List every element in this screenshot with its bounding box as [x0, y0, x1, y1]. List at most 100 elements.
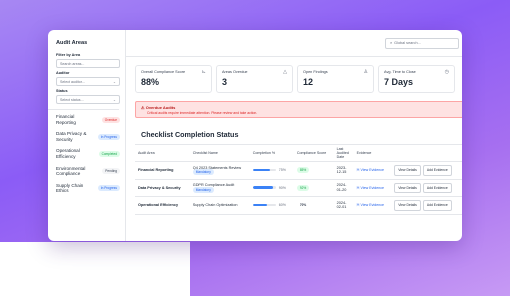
alert-detail: Critical audits require immediate attent… [147, 111, 258, 115]
audit-area-cell: Financial Reporting [135, 161, 190, 180]
compliance-score-badge: 85% [296, 167, 310, 173]
metric-label: Open Findings [303, 70, 328, 74]
auditor-select[interactable]: Select auditor... ⌄ [56, 77, 120, 86]
table-row: Data Privacy & Security GDPR Compliance A… [135, 179, 462, 198]
view-details-button[interactable]: View Details [394, 200, 421, 211]
metric-value: 12 [303, 77, 314, 87]
filter-area-label: Filter by Area [56, 53, 81, 57]
view-evidence-label: View Evidence [360, 185, 385, 190]
status-badge: In Progress [97, 185, 120, 192]
metric-label: Areas Overdue [222, 70, 248, 74]
metric-card: Open Findings 12 ♙ [297, 65, 374, 93]
table-row: Operational Efficiency Supply Chain Optim… [135, 196, 462, 215]
status-badge: Completed [98, 150, 120, 157]
metric-value: 88% [141, 77, 160, 87]
search-icon: ⌕ [390, 41, 393, 45]
sidebar-item-label: Operational Efficiency [56, 148, 80, 159]
metric-value: 3 [222, 77, 228, 87]
auditor-select-value: Select auditor... [60, 79, 85, 84]
score-cell: 92% [293, 179, 334, 198]
global-search-input[interactable]: ⌕ Global search... [385, 37, 459, 49]
table-title: Checklist Completion Status [141, 130, 239, 139]
add-evidence-button[interactable]: Add Evidence [422, 165, 452, 176]
view-evidence-link[interactable]: 🗎 View Evidence [357, 203, 384, 207]
checklist-cell: Supply Chain Optimization [189, 196, 250, 215]
column-header: Completion % [249, 144, 294, 162]
status-badge: In Progress [97, 133, 120, 140]
column-header-actions [391, 144, 462, 162]
add-evidence-button[interactable]: Add Evidence [422, 182, 452, 194]
sidebar-item-label: Data Privacy & Security [56, 131, 87, 142]
area-list: Financial Reporting Overdue Data Privacy &… [56, 114, 125, 194]
completion-percent: 60% [278, 203, 286, 208]
evidence-cell: 🗎 View Evidence [353, 161, 392, 180]
view-evidence-label: View Evidence [360, 203, 385, 208]
overdue-alert: ⚠ Overdue Audits Critical audits require… [135, 101, 462, 118]
metric-value: 7 Days [384, 77, 414, 87]
sidebar-item[interactable]: Data Privacy & Security In Progress [56, 131, 120, 142]
score-cell: 85% [293, 161, 334, 180]
chevron-down-icon: ⌄ [112, 97, 116, 102]
metric-label: Overall Compliance Score [141, 70, 186, 74]
sidebar-item[interactable]: Financial Reporting Overdue [56, 114, 120, 125]
auditor-label: Auditor [56, 71, 70, 75]
metric-cards: Overall Compliance Score 88% ⊾ Areas Overdu… [126, 57, 462, 93]
sidebar-title: Audit Areas [56, 40, 88, 46]
score-cell: 70% [293, 196, 334, 215]
date-cell: 2024-01-20 [333, 179, 354, 198]
bottom-band-shape [0, 242, 189, 296]
view-details-button[interactable]: View Details [394, 182, 421, 194]
table-header-row: Audit Area Checklist Name Completion % Comp… [135, 144, 462, 162]
sidebar-item-label: Environmental Compliance [56, 165, 86, 177]
metric-label: Avg. Time to Close [384, 70, 416, 74]
completion-percent: 90% [278, 185, 286, 190]
progress-bar [252, 186, 276, 189]
view-evidence-link[interactable]: 🗎 View Evidence [357, 168, 384, 172]
flask-icon: ♙ [363, 69, 368, 75]
audit-area-cell: Operational Efficiency [135, 196, 190, 215]
sidebar-item[interactable]: Operational Efficiency Completed [56, 148, 120, 159]
alert-title: Overdue Audits [145, 105, 176, 110]
warning-icon: ⚠ [141, 105, 145, 110]
column-header: Audit Area [135, 144, 190, 162]
compliance-score-badge: 92% [296, 184, 310, 191]
warning-icon: △ [283, 69, 287, 75]
add-evidence-button[interactable]: Add Evidence [422, 200, 452, 211]
chart-icon: ⊾ [201, 69, 206, 75]
app-window: Audit Areas Filter by Area Search areas.… [48, 30, 462, 241]
audit-area-cell: Data Privacy & Security [135, 179, 190, 198]
date-cell: 2024-02-01 [333, 196, 354, 215]
progress-fill [252, 168, 270, 172]
area-search-input[interactable]: Search areas... [56, 59, 120, 68]
metric-card: Avg. Time to Close 7 Days ◷ [378, 65, 455, 93]
mandatory-badge: Mandatory [192, 169, 214, 176]
actions-cell: View Details Add Evidence [391, 161, 462, 180]
progress-bar [252, 203, 276, 207]
checklist-cell: GDPR Compliance Audit Mandatory [189, 179, 250, 198]
chevron-down-icon: ⌄ [112, 79, 116, 84]
mandatory-badge: Mandatory [192, 186, 214, 193]
view-details-button[interactable]: View Details [394, 165, 421, 176]
column-header: Evidence [353, 144, 392, 162]
sidebar-item[interactable]: Environmental Compliance Pending [56, 166, 120, 177]
view-evidence-link[interactable]: 🗎 View Evidence [357, 186, 384, 190]
sidebar-item[interactable]: Supply Chain Ethics In Progress [56, 183, 120, 194]
status-select[interactable]: Select status... ⌄ [56, 95, 120, 104]
column-header: Checklist Name [189, 144, 250, 162]
top-bar: ⌕ Global search... [126, 30, 462, 57]
evidence-cell: 🗎 View Evidence [353, 179, 392, 198]
evidence-cell: 🗎 View Evidence [353, 196, 392, 215]
progress-bar [252, 168, 276, 172]
metric-card: Overall Compliance Score 88% ⊾ [135, 65, 212, 93]
metric-card: Areas Overdue 3 △ [216, 65, 293, 93]
view-evidence-label: View Evidence [360, 168, 385, 172]
sidebar: Audit Areas Filter by Area Search areas.… [48, 30, 126, 241]
checklist-name: Supply Chain Optimization [192, 203, 238, 208]
main-panel: ⌕ Global search... Overall Compliance Sc… [126, 30, 462, 241]
progress-fill [252, 186, 274, 189]
checklist-table-panel: Checklist Completion Status Audit Area Ch… [135, 126, 462, 215]
area-search-placeholder: Search areas... [60, 61, 85, 66]
status-badge: Overdue [101, 116, 120, 123]
status-badge: Pending [102, 168, 120, 175]
date-cell: 2023-12-15 [333, 161, 354, 180]
